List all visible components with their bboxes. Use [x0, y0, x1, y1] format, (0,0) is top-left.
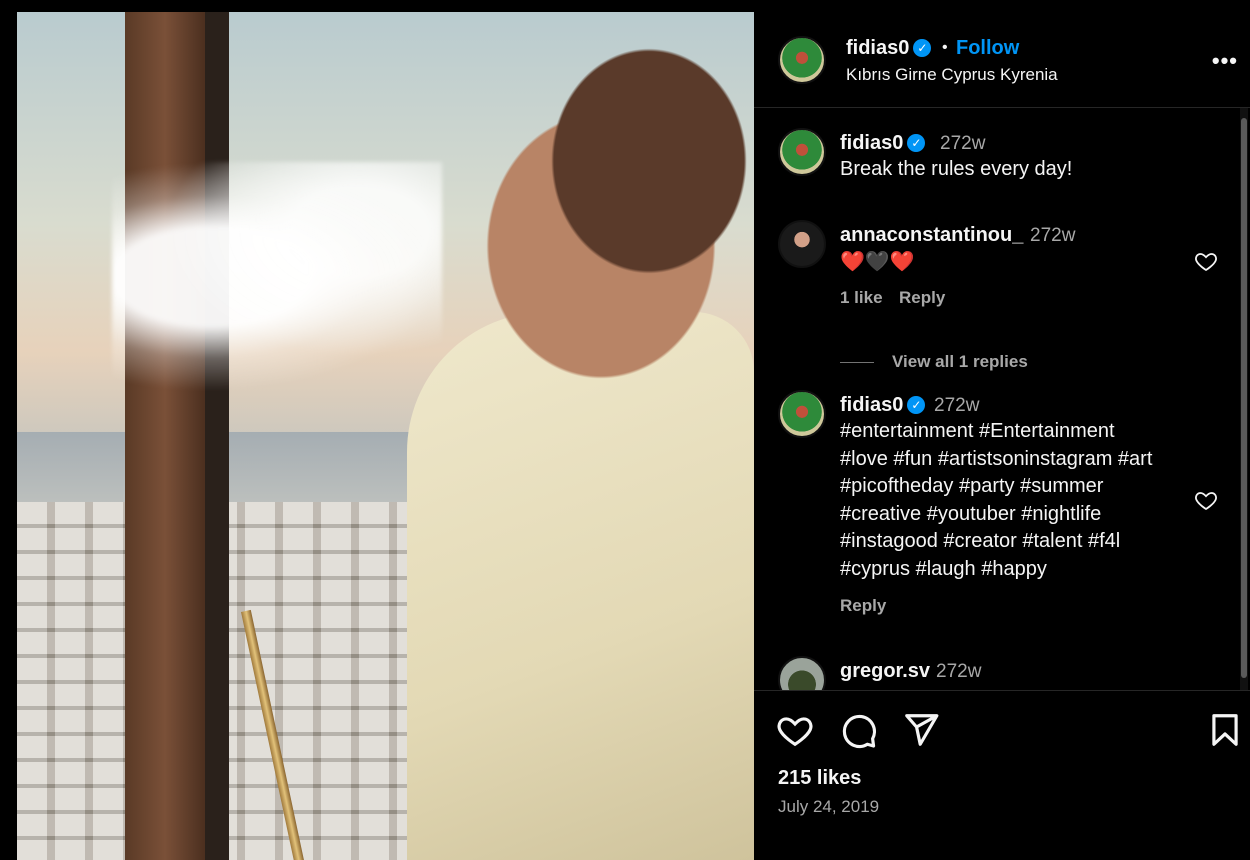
hashtag-line[interactable]: #creative #youtuber #nightlife — [840, 501, 1152, 529]
comment-avatar[interactable] — [778, 390, 826, 438]
hashtag-line[interactable]: #entertainment #Entertainment — [840, 418, 1152, 446]
hashtag-line[interactable]: #love #fun #artistsoninstagram #art — [840, 446, 1152, 474]
header-separator: • — [942, 39, 948, 56]
verified-icon: ✓ — [907, 134, 926, 152]
comment-likes[interactable]: 1 like — [840, 288, 883, 308]
follow-button[interactable]: Follow — [956, 37, 1019, 60]
comment-text: ❤️🖤❤️ — [840, 251, 915, 273]
comment-avatar[interactable] — [778, 220, 826, 268]
photo-robe — [407, 312, 754, 860]
heart-icon[interactable] — [1193, 249, 1219, 273]
verified-icon: ✓ — [913, 39, 932, 57]
comment-time: 272w — [1030, 225, 1076, 246]
post-image[interactable] — [17, 12, 754, 860]
verified-icon: ✓ — [907, 396, 926, 414]
more-icon[interactable]: ••• — [1212, 48, 1238, 74]
author-username-text[interactable]: fidias0 — [846, 37, 909, 59]
comment-time: 272w — [936, 661, 982, 682]
comments-list[interactable]: fidias0 ✓ 272w Break the rules every day!… — [754, 108, 1250, 690]
photo-person — [457, 42, 754, 382]
heart-icon[interactable] — [1193, 488, 1219, 512]
replies-divider — [840, 362, 874, 363]
scrollbar-thumb[interactable] — [1241, 118, 1247, 678]
comment-icon[interactable] — [840, 711, 878, 749]
comment-username[interactable]: annaconstantinou_ — [840, 224, 1023, 247]
share-icon[interactable] — [902, 711, 940, 749]
likes-count[interactable]: 215 likes — [778, 767, 861, 790]
comments-scrollbar[interactable] — [1240, 108, 1248, 690]
hashtag-line[interactable]: #cyprus #laugh #happy — [840, 556, 1152, 584]
view-replies-button[interactable]: View all 1 replies — [892, 352, 1028, 372]
reply-button[interactable]: Reply — [899, 288, 945, 308]
post-header: fidias0 ✓ • Follow Kıbrıs Girne Cyprus Ky… — [754, 12, 1250, 108]
post-side-panel: fidias0 ✓ • Follow Kıbrıs Girne Cyprus Ky… — [754, 12, 1250, 860]
comment-username-text[interactable]: fidias0 — [840, 394, 903, 416]
author-username[interactable]: fidias0 ✓ — [846, 37, 932, 60]
caption-time: 272w — [940, 133, 986, 154]
caption-username[interactable]: fidias0 ✓ — [840, 132, 926, 155]
author-avatar[interactable] — [778, 36, 826, 84]
comment-username[interactable]: fidias0 ✓ — [840, 394, 926, 417]
post-actions: 215 likes July 24, 2019 — [754, 690, 1250, 860]
comment-username[interactable]: gregor.sv — [840, 660, 930, 683]
heart-icon[interactable] — [776, 711, 814, 749]
reply-button[interactable]: Reply — [840, 596, 886, 616]
caption-text: Break the rules every day! — [840, 158, 1073, 180]
photo-window-frame-shadow — [205, 12, 229, 860]
photo-window-frame — [125, 12, 205, 860]
hashtag-line[interactable]: #picoftheday #party #summer — [840, 473, 1152, 501]
bookmark-icon[interactable] — [1206, 711, 1244, 749]
post-location[interactable]: Kıbrıs Girne Cyprus Kyrenia — [846, 65, 1058, 85]
comment-time: 272w — [934, 395, 980, 416]
caption-avatar[interactable] — [778, 128, 826, 176]
comment-hashtags: #entertainment #Entertainment #love #fun… — [840, 418, 1152, 583]
comment-avatar[interactable] — [778, 656, 826, 690]
post-date: July 24, 2019 — [778, 797, 880, 816]
photo-smoke — [112, 162, 442, 392]
caption-username-text[interactable]: fidias0 — [840, 132, 903, 154]
hashtag-line[interactable]: #instagood #creator #talent #f4l — [840, 528, 1152, 556]
